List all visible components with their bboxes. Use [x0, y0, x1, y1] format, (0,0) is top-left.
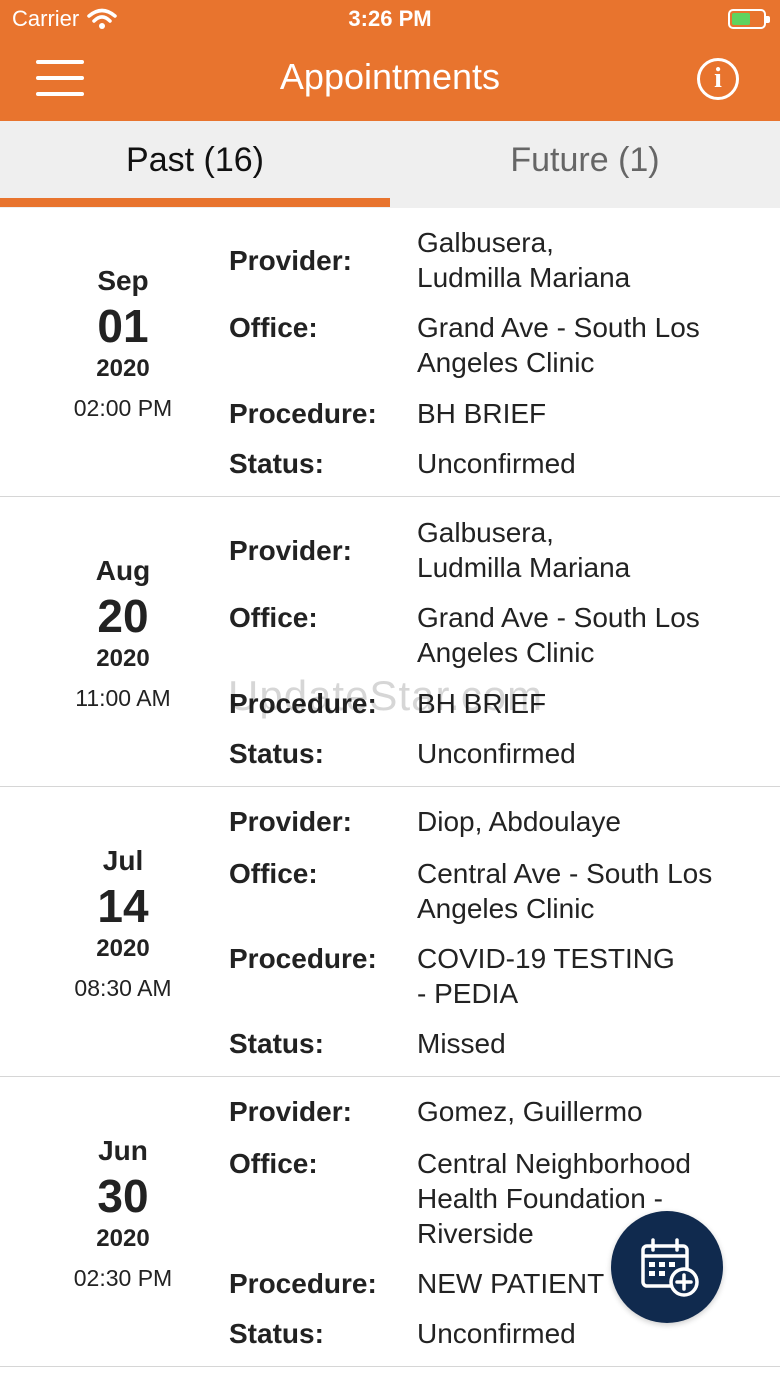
page-title: Appointments — [279, 56, 501, 97]
provider-value: Gomez, Guillermo — [417, 1096, 643, 1127]
procedure-label: Procedure: — [229, 688, 377, 719]
status-label: Status: — [229, 738, 324, 769]
status-value: Unconfirmed — [417, 738, 576, 769]
status-label: Status: — [229, 1318, 324, 1349]
date-day: 14 — [97, 880, 149, 932]
appointment-date: Jun 30 2020 02:30 PM — [0, 1135, 246, 1292]
provider-value: Galbusera, Ludmilla Mariana — [417, 227, 631, 293]
provider-label: Provider: — [229, 806, 352, 837]
app-header: Carrier 3:26 PM Appointments i — [0, 0, 780, 121]
appointment-item[interactable]: Aug 20 2020 11:00 AM Provider: Galbusera… — [0, 497, 780, 787]
date-year: 2020 — [96, 645, 150, 672]
office-label: Office: — [229, 1148, 318, 1179]
provider-label: Provider: — [229, 535, 352, 566]
date-month: Aug — [95, 555, 151, 586]
active-tab-indicator — [0, 198, 390, 207]
status-label: Status: — [229, 448, 324, 479]
date-year: 2020 — [96, 355, 150, 382]
provider-value: Diop, Abdoulaye — [417, 806, 621, 837]
appointment-date: Aug 20 2020 11:00 AM — [0, 555, 246, 712]
add-appointment-button[interactable] — [611, 1211, 723, 1323]
appointment-list: Sep 01 2020 02:00 PM Provider: Galbusera… — [0, 207, 780, 1367]
clock: 3:26 PM — [348, 6, 432, 31]
date-day: 01 — [97, 300, 149, 352]
provider-label: Provider: — [229, 245, 352, 276]
date-year: 2020 — [96, 1225, 150, 1252]
status-label: Status: — [229, 1028, 324, 1059]
office-label: Office: — [229, 858, 318, 889]
appointment-item[interactable]: Sep 01 2020 02:00 PM Provider: Galbusera… — [0, 207, 780, 497]
status-bar: Carrier 3:26 PM — [0, 0, 780, 40]
office-value: Grand Ave - South Los Angeles Clinic — [417, 312, 700, 378]
date-time: 02:00 PM — [73, 395, 173, 421]
office-value: Grand Ave - South Los Angeles Clinic — [417, 602, 700, 668]
battery-icon — [728, 9, 770, 29]
provider-value: Galbusera, Ludmilla Mariana — [417, 517, 631, 583]
provider-label: Provider: — [229, 1096, 352, 1127]
office-value: Central Ave - South Los Angeles Clinic — [417, 858, 713, 924]
status-value: Unconfirmed — [417, 1318, 576, 1349]
procedure-value: BH BRIEF — [417, 398, 547, 429]
appointment-date: Sep 01 2020 02:00 PM — [0, 265, 246, 422]
date-time: 11:00 AM — [75, 685, 171, 711]
info-button[interactable]: i — [697, 58, 739, 100]
tab-past[interactable]: Past (16) — [0, 121, 390, 208]
calendar-add-icon — [641, 1238, 699, 1297]
date-time: 02:30 PM — [73, 1265, 173, 1291]
procedure-label: Procedure: — [229, 943, 377, 974]
procedure-value: COVID-19 TESTING - PEDIA — [417, 943, 675, 1009]
appointment-date: Jul 14 2020 08:30 AM — [0, 845, 246, 1002]
date-day: 20 — [97, 590, 149, 642]
date-month: Sep — [97, 265, 149, 296]
date-month: Jun — [98, 1135, 148, 1166]
date-day: 30 — [97, 1170, 149, 1222]
procedure-label: Procedure: — [229, 1268, 377, 1299]
status-value: Missed — [417, 1028, 506, 1059]
tab-bar: Past (16) Future (1) — [0, 121, 780, 208]
date-year: 2020 — [96, 935, 150, 962]
date-month: Jul — [102, 845, 144, 876]
status-value: Unconfirmed — [417, 448, 576, 479]
procedure-label: Procedure: — [229, 398, 377, 429]
office-label: Office: — [229, 312, 318, 343]
tab-future[interactable]: Future (1) — [390, 121, 780, 208]
office-label: Office: — [229, 602, 318, 633]
date-time: 08:30 AM — [74, 975, 172, 1001]
appointment-item[interactable]: Jul 14 2020 08:30 AM Provider: Diop, Abd… — [0, 787, 780, 1077]
procedure-value: BH BRIEF — [417, 688, 547, 719]
